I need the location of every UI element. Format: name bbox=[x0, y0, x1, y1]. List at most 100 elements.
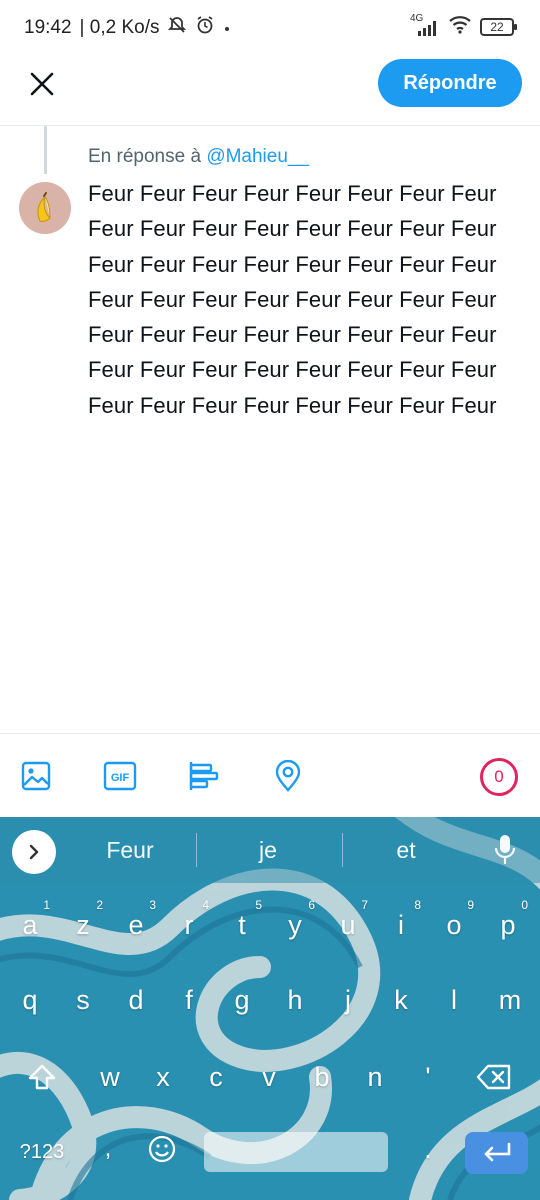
shift-key[interactable] bbox=[16, 1047, 68, 1107]
emoji-key[interactable] bbox=[136, 1119, 188, 1179]
key-s[interactable]: s bbox=[57, 970, 109, 1030]
add-poll-button[interactable] bbox=[186, 758, 222, 794]
enter-key[interactable] bbox=[465, 1132, 528, 1174]
reply-handle-link[interactable]: @Mahieu__ bbox=[206, 146, 309, 167]
dot-icon bbox=[223, 17, 231, 39]
key-number: 3 bbox=[149, 898, 156, 912]
microphone-button[interactable] bbox=[492, 833, 518, 867]
key-p[interactable]: p0 bbox=[482, 895, 534, 955]
key-label: z bbox=[76, 910, 90, 940]
key-e[interactable]: e3 bbox=[110, 895, 162, 955]
wifi-icon bbox=[448, 14, 472, 39]
key-number: 1 bbox=[43, 898, 50, 912]
expand-toolbar-button[interactable] bbox=[12, 830, 56, 874]
period-key[interactable]: . bbox=[406, 1119, 450, 1179]
enter-icon bbox=[484, 1142, 510, 1162]
key-label: r bbox=[184, 910, 194, 940]
comma-key[interactable]: , bbox=[86, 1119, 130, 1179]
status-left: 19:42 | 0,2 Ko/s bbox=[24, 15, 231, 41]
key-l[interactable]: l bbox=[428, 970, 480, 1030]
status-right: 4G 22 bbox=[410, 13, 517, 39]
reply-prefix: En réponse à bbox=[88, 146, 202, 167]
key-number: 4 bbox=[202, 898, 209, 912]
key-w[interactable]: w bbox=[84, 1047, 136, 1107]
avatar[interactable] bbox=[19, 182, 71, 234]
alarm-icon bbox=[195, 15, 215, 41]
key-number: 5 bbox=[255, 898, 262, 912]
key-x[interactable]: x bbox=[137, 1047, 189, 1107]
key-n[interactable]: n bbox=[349, 1047, 401, 1107]
gif-icon: GIF bbox=[103, 761, 137, 791]
key-number: 0 bbox=[521, 898, 528, 912]
compose-header: Répondre bbox=[0, 52, 540, 126]
reply-button[interactable]: Répondre bbox=[378, 59, 522, 107]
key-label: o bbox=[446, 910, 462, 940]
key-b[interactable]: b bbox=[296, 1047, 348, 1107]
status-bar: 19:42 | 0,2 Ko/s 4G 22 bbox=[0, 0, 540, 52]
key-j[interactable]: j bbox=[322, 970, 374, 1030]
key-v[interactable]: v bbox=[243, 1047, 295, 1107]
battery-icon: 22 bbox=[480, 17, 517, 36]
key-label: e bbox=[128, 910, 144, 940]
microphone-icon bbox=[494, 835, 516, 864]
battery-level: 22 bbox=[490, 19, 504, 34]
key-f[interactable]: f bbox=[163, 970, 215, 1030]
reply-to-label: En réponse à @Mahieu__ bbox=[88, 146, 309, 168]
add-gif-button[interactable]: GIF bbox=[102, 758, 138, 794]
key-a[interactable]: a1 bbox=[4, 895, 56, 955]
signal-icon: 4G bbox=[410, 13, 440, 37]
status-speed: | 0,2 Ko/s bbox=[79, 17, 160, 38]
key-label: u bbox=[340, 910, 356, 940]
key-d[interactable]: d bbox=[110, 970, 162, 1030]
key-h[interactable]: h bbox=[269, 970, 321, 1030]
close-button[interactable] bbox=[22, 64, 62, 104]
key-c[interactable]: c bbox=[190, 1047, 242, 1107]
key-y[interactable]: y6 bbox=[269, 895, 321, 955]
key-number: 2 bbox=[96, 898, 103, 912]
add-location-button[interactable] bbox=[270, 758, 306, 794]
key-k[interactable]: k bbox=[375, 970, 427, 1030]
image-icon bbox=[21, 761, 51, 791]
key-r[interactable]: r4 bbox=[163, 895, 215, 955]
svg-text:GIF: GIF bbox=[111, 772, 130, 784]
chevron-right-icon bbox=[29, 844, 39, 860]
suggestion-divider bbox=[196, 833, 197, 867]
tweet-text-input[interactable]: Feur Feur Feur Feur Feur Feur Feur Feur … bbox=[88, 176, 498, 423]
key-label: y bbox=[288, 910, 302, 940]
key-label: i bbox=[398, 910, 404, 940]
suggestion-divider bbox=[342, 833, 343, 867]
backspace-key[interactable] bbox=[468, 1047, 520, 1107]
key-apostrophe[interactable]: ' bbox=[402, 1047, 454, 1107]
suggestion-3[interactable]: et bbox=[346, 837, 466, 864]
mute-icon bbox=[167, 15, 187, 41]
space-key[interactable] bbox=[204, 1132, 388, 1172]
keyboard: Feur je et a1 z2 e3 r4 t5 y6 u7 i8 o9 p0… bbox=[0, 817, 540, 1200]
thread-line bbox=[44, 126, 47, 174]
key-i[interactable]: i8 bbox=[375, 895, 427, 955]
key-number: 6 bbox=[308, 898, 315, 912]
key-q[interactable]: q bbox=[4, 970, 56, 1030]
close-icon bbox=[30, 72, 54, 96]
key-number: 9 bbox=[467, 898, 474, 912]
suggestion-2[interactable]: je bbox=[208, 837, 328, 864]
suggestion-1[interactable]: Feur bbox=[70, 837, 190, 864]
shift-icon bbox=[28, 1064, 56, 1090]
key-g[interactable]: g bbox=[216, 970, 268, 1030]
banana-icon bbox=[37, 192, 51, 222]
compose-toolbar: GIF 0 bbox=[0, 733, 540, 817]
suggestion-bar: Feur je et bbox=[0, 817, 540, 883]
symbols-key[interactable]: ?123 bbox=[10, 1122, 74, 1182]
key-t[interactable]: t5 bbox=[216, 895, 268, 955]
key-z[interactable]: z2 bbox=[57, 895, 109, 955]
key-o[interactable]: o9 bbox=[428, 895, 480, 955]
add-image-button[interactable] bbox=[18, 758, 54, 794]
status-time: 19:42 bbox=[24, 17, 72, 38]
poll-icon bbox=[189, 762, 219, 790]
char-counter: 0 bbox=[480, 758, 518, 796]
location-icon bbox=[275, 760, 301, 792]
key-number: 7 bbox=[361, 898, 368, 912]
key-u[interactable]: u7 bbox=[322, 895, 374, 955]
key-m[interactable]: m bbox=[484, 970, 536, 1030]
key-label: t bbox=[238, 910, 246, 940]
key-label: p bbox=[500, 910, 516, 940]
